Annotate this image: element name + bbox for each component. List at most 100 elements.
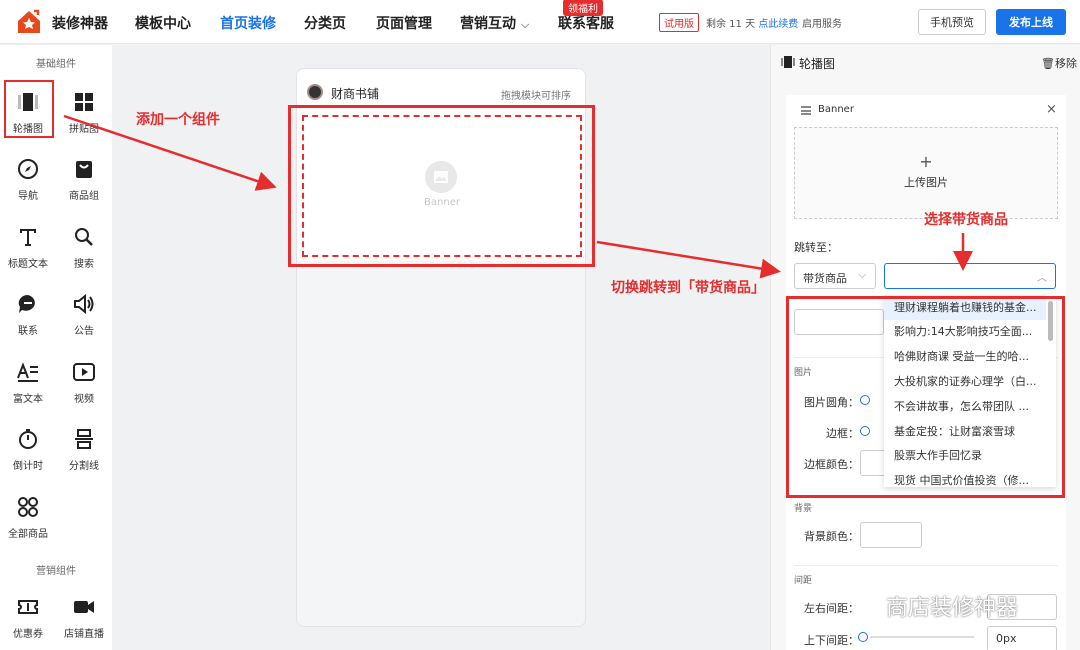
dropdown-scrollbar[interactable] [1048, 301, 1053, 341]
card-title: Banner [818, 104, 854, 115]
upload-label: 上传图片 [904, 176, 948, 189]
enable-service-link[interactable]: 启用服务 [802, 15, 842, 30]
nav-template-center[interactable]: 模板中心 [135, 13, 191, 33]
component-label: 富文本 [13, 394, 43, 405]
component-label: 公告 [74, 326, 94, 337]
video-camera-icon [74, 601, 94, 613]
component-navigation[interactable]: 导航 [0, 157, 56, 217]
corner-slider-handle[interactable] [860, 395, 870, 405]
shopping-bag-icon [76, 161, 92, 178]
brand-name: 装修神器 [52, 16, 108, 32]
all-products-icon [18, 497, 38, 517]
mobile-preview-button[interactable]: 手机预览 [918, 9, 986, 35]
component-rich-text[interactable]: 富文本 [0, 360, 56, 420]
component-label: 优惠券 [13, 629, 43, 640]
dropdown-option[interactable]: 现货 中国式价值投资（修... [884, 468, 1046, 487]
annotation-add-component: 添加一个组件 [136, 112, 220, 128]
text-icon [20, 229, 36, 246]
publish-button[interactable]: 发布上线 [996, 9, 1066, 35]
remove-button[interactable]: 🗑移除 [1041, 55, 1077, 71]
dropdown-option[interactable]: 哈佛财商课 受益一生的哈... [884, 344, 1046, 369]
border-color-label: 边框颜色： [804, 458, 859, 471]
border-slider-handle[interactable] [860, 426, 870, 436]
section-spacing-label: 间距 [794, 576, 813, 586]
jump-type-select[interactable]: 带货商品 ⌵ [794, 263, 876, 289]
dropdown-option[interactable]: 影响力:14大影响技巧全面... [884, 319, 1046, 344]
component-live-stream[interactable]: 店铺直播 [56, 595, 112, 650]
welfare-badge[interactable]: 领福利 [563, 0, 603, 16]
nav-home-decoration[interactable]: 首页装修 [220, 13, 276, 33]
component-label: 全部商品 [8, 529, 48, 540]
tb-spacing-slider-track[interactable] [870, 636, 974, 638]
renew-link[interactable]: 点此续费 [758, 19, 798, 30]
upload-image-area[interactable]: + 上传图片 [794, 127, 1058, 219]
dropdown-option[interactable]: 不会讲故事，怎么带团队 ... [884, 394, 1046, 419]
top-bar: 装修神器 模板中心 首页装修 分类页 页面管理 营销互动 ⌵ 联系客服 领福利 … [0, 0, 1080, 44]
house-logo-icon [18, 9, 40, 33]
component-video[interactable]: 视频 [56, 360, 112, 420]
dropdown-option[interactable]: 基金定投：让财富滚雪球 [884, 419, 1046, 444]
component-title-text[interactable]: 标题文本 [0, 225, 56, 285]
bg-color-picker[interactable] [860, 522, 922, 548]
search-icon [75, 228, 93, 246]
nav-page-management[interactable]: 页面管理 [376, 13, 432, 33]
component-announcement[interactable]: 公告 [56, 292, 112, 352]
component-contact[interactable]: 联系 [0, 292, 56, 352]
annotation-banner-box [288, 105, 595, 267]
shop-name: 财商书铺 [331, 87, 380, 101]
rich-text-icon [17, 362, 38, 382]
play-icon [73, 363, 95, 381]
component-label: 商品组 [69, 191, 99, 202]
wechat-icon [853, 594, 879, 614]
dropdown-option[interactable]: 大投机家的证券心理学（白... [884, 369, 1046, 394]
chat-icon [18, 294, 35, 313]
carousel-icon [781, 56, 795, 68]
close-icon[interactable]: × [1046, 102, 1057, 117]
chevron-up-icon: ︿ [1037, 273, 1047, 284]
divider [794, 565, 1058, 566]
dropdown-option[interactable]: 理财课程躺着也赚钱的基金... [884, 295, 1046, 320]
selected-component-highlight [4, 80, 54, 138]
component-coupon[interactable]: 优惠券 [0, 595, 56, 650]
compass-icon [18, 159, 38, 179]
jump-type-value: 带货商品 [803, 272, 847, 285]
tb-spacing-slider-handle[interactable] [858, 632, 868, 642]
remaining-text: 剩余 11 天 [706, 19, 756, 30]
component-countdown[interactable]: 倒计时 [0, 427, 56, 487]
nav-marketing[interactable]: 营销互动 ⌵ [460, 13, 529, 33]
border-label: 边框： [826, 427, 859, 440]
component-divider[interactable]: 分割线 [56, 427, 112, 487]
component-product-group[interactable]: 商品组 [56, 157, 112, 217]
trash-icon: 🗑 [1041, 57, 1055, 70]
divider [794, 495, 1058, 496]
component-label: 倒计时 [13, 461, 43, 472]
component-search[interactable]: 搜索 [56, 225, 112, 285]
panel-title: 轮播图 [799, 57, 836, 71]
drag-handle-icon[interactable] [801, 106, 811, 115]
nav-customer-service[interactable]: 联系客服 [558, 13, 614, 33]
component-sidebar: 基础组件 轮播图 拼贴图 导航 商品组 标题文本 搜索 联系 公告 富文本 视频… [0, 45, 112, 650]
speaker-icon [74, 293, 94, 315]
banner-settings-card: Banner × + 上传图片 跳转至： 带货商品 ⌵ ︿ 图片 图片圆角： 边… [786, 95, 1066, 650]
trial-badge: 试用版 [659, 13, 699, 32]
component-label: 视频 [74, 394, 94, 405]
tb-spacing-label: 上下间距： [804, 634, 859, 647]
nav-category-page[interactable]: 分类页 [304, 13, 346, 33]
component-collage[interactable]: 拼贴图 [56, 90, 112, 150]
watermark-text: 商店装修神器 [886, 596, 1019, 621]
product-select[interactable]: ︿ [884, 263, 1056, 289]
shop-avatar [307, 84, 323, 100]
section-image-label: 图片 [794, 368, 813, 378]
timer-icon [19, 429, 37, 449]
divider-icon [75, 429, 93, 449]
component-all-products[interactable]: 全部商品 [0, 495, 56, 555]
dropdown-option[interactable]: 股票大作手回忆录 [884, 443, 1046, 468]
nav-marketing-label: 营销互动 [460, 16, 516, 32]
chevron-down-icon: ⌵ [858, 268, 867, 281]
link-input[interactable] [794, 309, 884, 335]
chevron-down-icon: ⌵ [520, 18, 530, 31]
component-label: 导航 [18, 191, 38, 202]
component-label: 店铺直播 [64, 629, 104, 640]
tb-spacing-input[interactable]: 0px [987, 626, 1057, 650]
grid-icon [75, 93, 93, 111]
